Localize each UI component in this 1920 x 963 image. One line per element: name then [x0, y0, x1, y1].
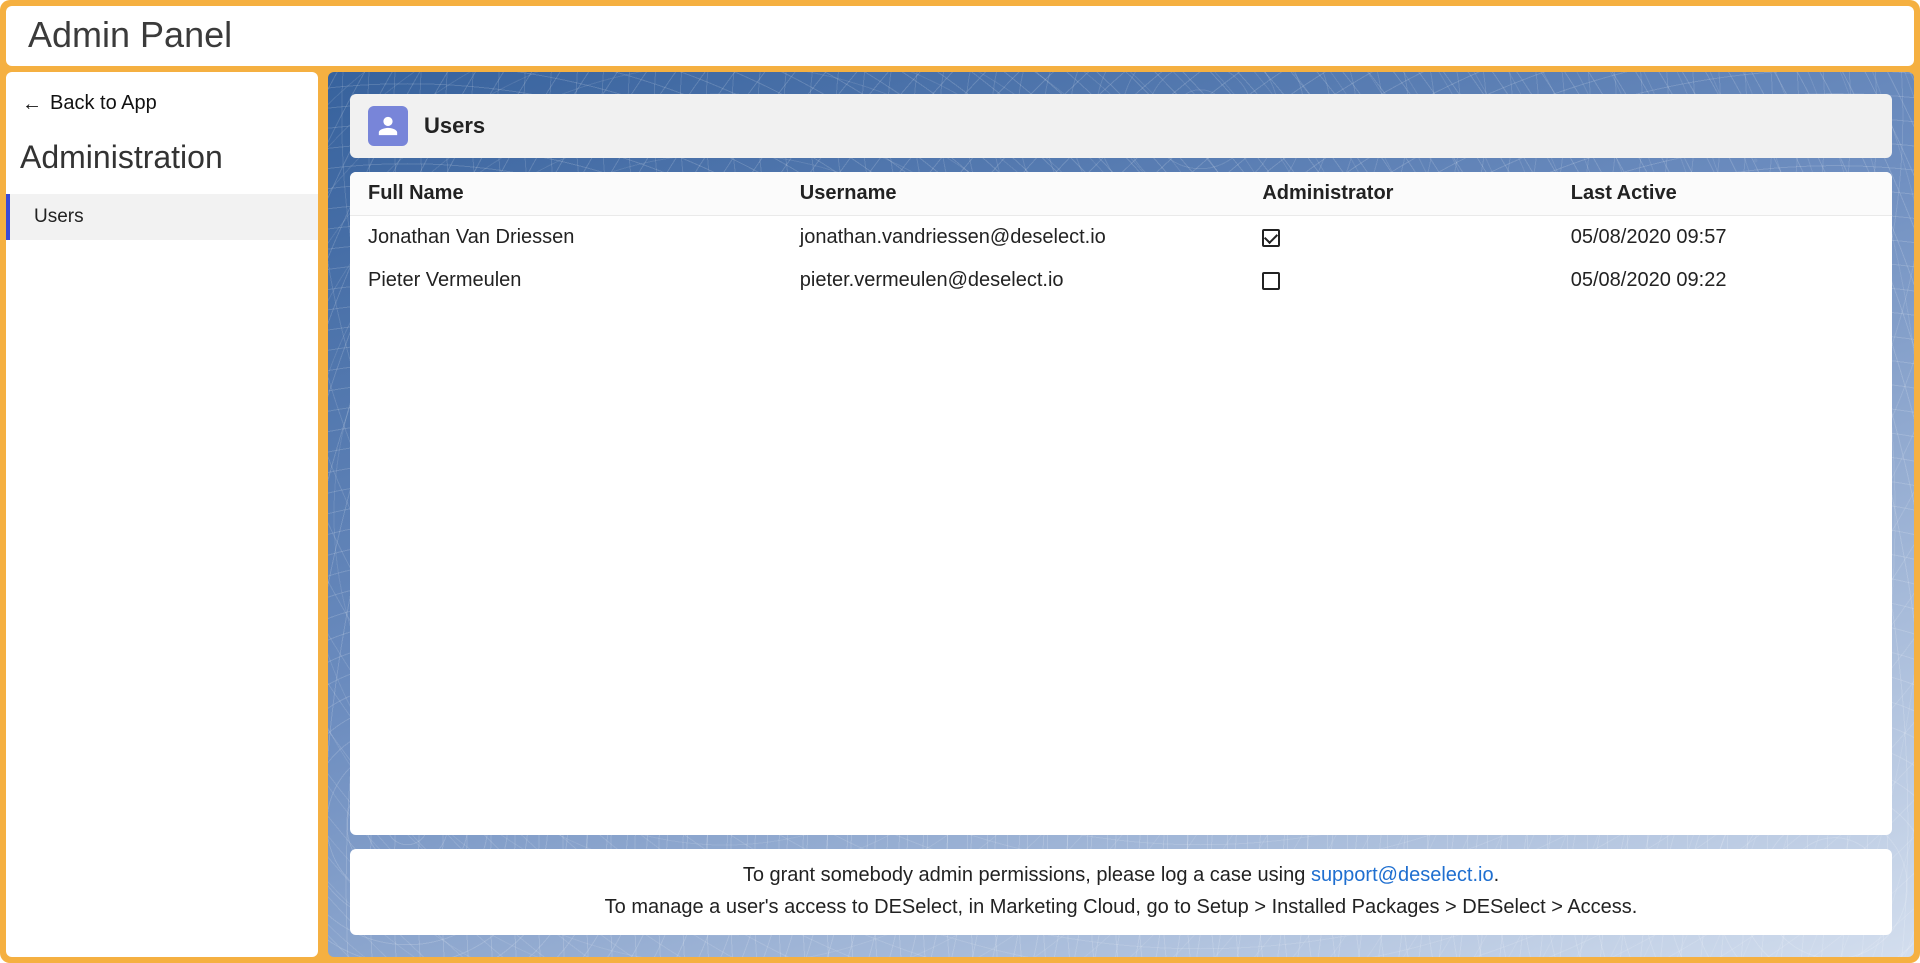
- sidebar-item-label: Users: [34, 206, 84, 227]
- cell-full-name: Jonathan Van Driessen: [350, 216, 782, 260]
- app-body: ← Back to App Administration Users Users…: [6, 72, 1914, 957]
- panel-header: Users: [350, 94, 1892, 158]
- footer-line1-suffix: .: [1494, 864, 1500, 886]
- support-email-link[interactable]: support@deselect.io: [1311, 864, 1494, 886]
- footer-line-2: To manage a user's access to DESelect, i…: [370, 891, 1872, 923]
- cell-username: jonathan.vandriessen@deselect.io: [782, 216, 1245, 260]
- back-to-app-link[interactable]: ← Back to App: [6, 82, 318, 129]
- page-title: Admin Panel: [28, 14, 1892, 56]
- cell-administrator: [1244, 216, 1552, 260]
- footer-message: To grant somebody admin permissions, ple…: [350, 849, 1892, 935]
- sidebar: ← Back to App Administration Users: [6, 72, 318, 957]
- cell-username: pieter.vermeulen@deselect.io: [782, 259, 1245, 302]
- cell-full-name: Pieter Vermeulen: [350, 259, 782, 302]
- column-header-last-active[interactable]: Last Active: [1553, 172, 1892, 216]
- cell-last-active: 05/08/2020 09:57: [1553, 216, 1892, 260]
- users-icon: [368, 106, 408, 146]
- main-panel: Users Full Name Username Administrator L…: [328, 72, 1914, 957]
- users-table-container: Full Name Username Administrator Last Ac…: [350, 172, 1892, 835]
- back-to-app-label: Back to App: [50, 92, 157, 115]
- panel-title: Users: [424, 113, 485, 139]
- app-frame: Admin Panel ← Back to App Administration…: [0, 0, 1920, 963]
- checkbox-unchecked-icon[interactable]: [1262, 272, 1280, 290]
- footer-line-1: To grant somebody admin permissions, ple…: [370, 859, 1872, 891]
- column-header-administrator[interactable]: Administrator: [1244, 172, 1552, 216]
- users-table: Full Name Username Administrator Last Ac…: [350, 172, 1892, 302]
- table-header-row: Full Name Username Administrator Last Ac…: [350, 172, 1892, 216]
- column-header-username[interactable]: Username: [782, 172, 1245, 216]
- cell-last-active: 05/08/2020 09:22: [1553, 259, 1892, 302]
- sidebar-section-title: Administration: [6, 129, 318, 194]
- table-row[interactable]: Jonathan Van Driessen jonathan.vandriess…: [350, 216, 1892, 260]
- sidebar-item-users[interactable]: Users: [6, 194, 318, 240]
- table-row[interactable]: Pieter Vermeulen pieter.vermeulen@desele…: [350, 259, 1892, 302]
- cell-administrator: [1244, 259, 1552, 302]
- checkbox-checked-icon[interactable]: [1262, 229, 1280, 247]
- footer-line1-prefix: To grant somebody admin permissions, ple…: [743, 864, 1311, 886]
- arrow-left-icon: ←: [22, 94, 42, 114]
- column-header-full-name[interactable]: Full Name: [350, 172, 782, 216]
- top-bar: Admin Panel: [6, 6, 1914, 66]
